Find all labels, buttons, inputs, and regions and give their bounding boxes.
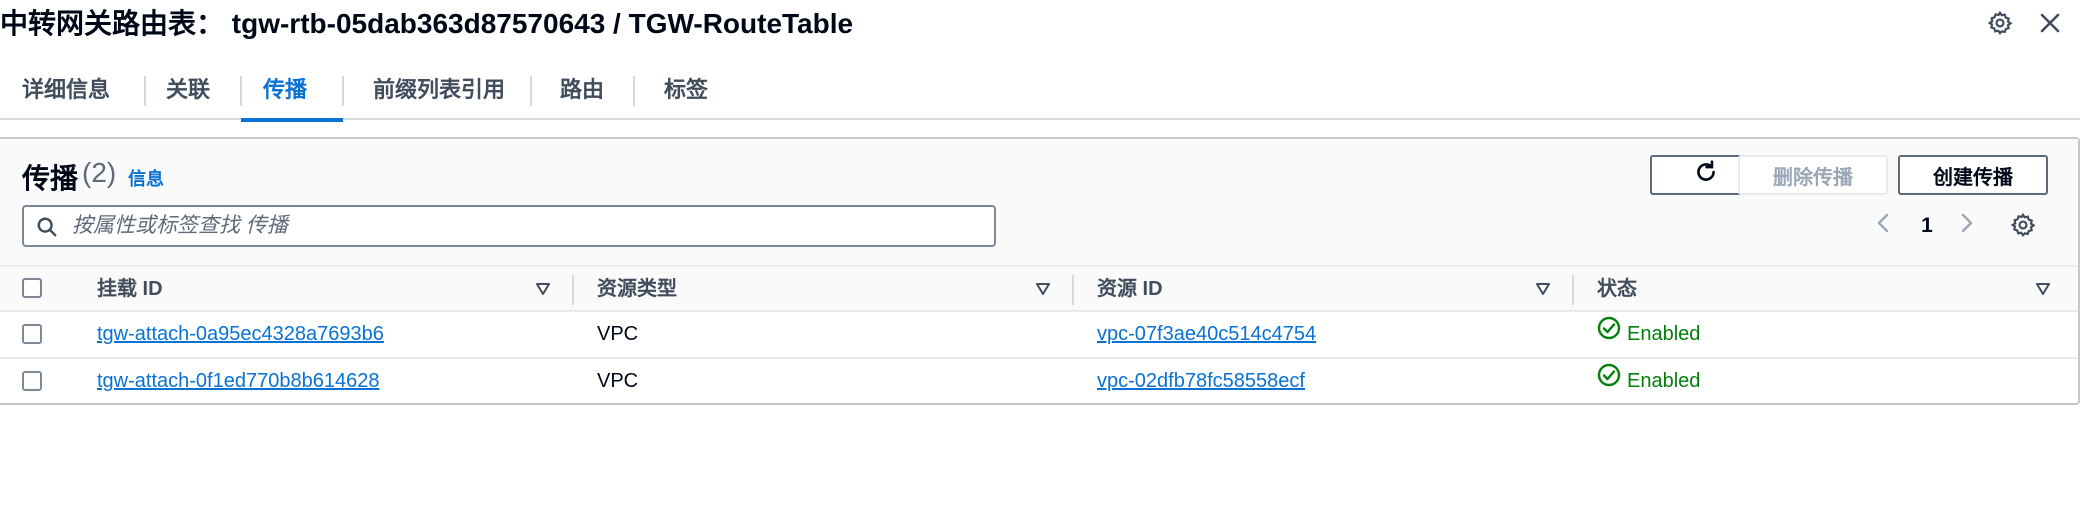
page-header: 中转网关路由表： tgw-rtb-05dab363d87570643 / TGW… [0,0,2086,44]
attachment-id-link[interactable]: tgw-attach-0f1ed770b8b614628 [97,370,379,392]
status-badge: Enabled [1627,323,1701,345]
tab-divider [530,76,532,106]
create-propagation-button[interactable]: 创建传播 [1898,155,2048,195]
row-checkbox[interactable] [22,371,42,391]
column-resizer[interactable] [572,275,574,305]
attachment-id-link[interactable]: tgw-attach-0a95ec4328a7693b6 [97,323,384,345]
sort-down-icon[interactable] [531,277,555,301]
sort-down-icon[interactable] [1531,277,1555,301]
gear-icon [2010,212,2036,243]
tab-tags[interactable]: 标签 [642,68,730,120]
column-header-attachment-id[interactable]: 挂载 ID [97,267,163,311]
table-header: 挂载 ID 资源类型 资源 ID 状态 [0,265,2078,312]
tab-bar: 详细信息 关联 传播 前缀列表引用 路由 标签 [0,68,2080,122]
resource-type-cell: VPC [597,370,639,392]
row-checkbox[interactable] [22,324,42,344]
tab-propagations[interactable]: 传播 [241,68,343,122]
page-number-button[interactable]: 1 [1912,209,1942,243]
tab-prefix-list-references[interactable]: 前缀列表引用 [351,68,527,120]
page-title: 中转网关路由表： tgw-rtb-05dab363d87570643 / TGW… [0,8,854,39]
resource-id-cell: vpc-07f3ae40c514c4754 [1097,312,1316,357]
select-all-checkbox[interactable] [22,278,42,298]
resource-id-link[interactable]: vpc-02dfb78fc58558ecf [1097,370,1305,392]
column-header-resource-id[interactable]: 资源 ID [1097,267,1163,311]
resource-id-link[interactable]: vpc-07f3ae40c514c4754 [1097,323,1316,345]
item-count: (2) [82,157,117,188]
close-icon[interactable] [2033,6,2067,40]
search-input[interactable] [72,207,972,245]
previous-page-button[interactable] [1868,209,1898,243]
panel-title: 传播 [22,163,79,194]
status-cell: Enabled [1597,359,1700,404]
resource-type-cell: VPC [597,323,639,345]
next-page-button[interactable] [1952,209,1982,243]
info-link[interactable]: 信息 [128,165,164,191]
status-badge: Enabled [1627,370,1701,392]
tab-details[interactable]: 详细信息 [0,68,132,120]
table-row[interactable]: tgw-attach-0a95ec4328a7693b6 VPC vpc-07f… [0,312,2078,359]
delete-propagation-button[interactable]: 删除传播 [1738,155,1888,195]
resource-id-cell: vpc-02dfb78fc58558ecf [1097,359,1305,404]
attachment-id-cell: tgw-attach-0f1ed770b8b614628 [97,359,379,404]
column-header-resource-type[interactable]: 资源类型 [597,267,677,311]
gear-icon[interactable] [1983,6,2017,40]
chevron-right-icon [1959,211,1975,241]
chevron-left-icon [1875,211,1891,241]
tab-divider [342,76,344,106]
check-circle-icon [1597,359,1627,404]
table-row[interactable]: tgw-attach-0f1ed770b8b614628 VPC vpc-02d… [0,359,2078,406]
search-icon [36,216,58,243]
tab-associations[interactable]: 关联 [144,68,232,120]
column-resizer[interactable] [1572,275,1574,305]
panel-header: 传播 (2) 信息 删除传播 创建传播 按属性或标签查找 传播 1 [0,139,2078,265]
table-preferences-button[interactable] [2006,210,2040,244]
propagations-panel: 传播 (2) 信息 删除传播 创建传播 按属性或标签查找 传播 1 挂载 ID … [0,137,2080,405]
check-circle-icon [1597,312,1627,357]
tab-routes[interactable]: 路由 [538,68,626,120]
sort-down-icon[interactable] [1031,277,1055,301]
sort-down-icon[interactable] [2031,277,2055,301]
column-header-status[interactable]: 状态 [1597,267,1637,311]
tab-divider [633,76,635,106]
column-resizer[interactable] [1072,275,1074,305]
refresh-icon [1693,159,1719,191]
status-cell: Enabled [1597,312,1700,357]
search-field [22,205,996,247]
attachment-id-cell: tgw-attach-0a95ec4328a7693b6 [97,312,384,357]
